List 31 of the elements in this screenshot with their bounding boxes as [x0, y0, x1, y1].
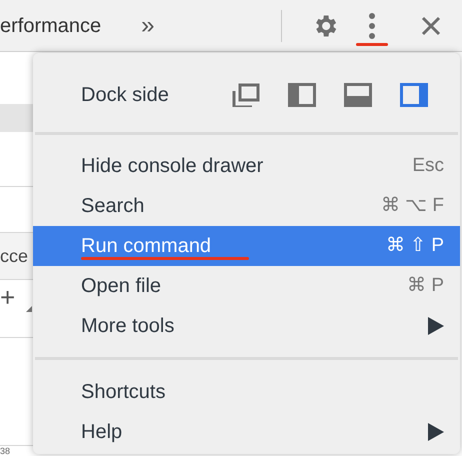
menu-item-label: More tools — [81, 314, 174, 339]
menu-item[interactable]: Run command ⌘ ⇧ P — [33, 226, 460, 266]
dock-undock-icon[interactable] — [232, 83, 260, 107]
dock-right-icon[interactable] — [400, 83, 428, 107]
menu-item-label: Search — [81, 194, 144, 219]
shortcut-text: ⌘ P — [407, 274, 444, 298]
menu-item-label: Run command — [81, 234, 212, 259]
corner-triangle-icon — [26, 306, 32, 312]
menu-item-label: Help — [81, 420, 122, 445]
shortcut-text: ⌘ ⌥ F — [380, 194, 444, 218]
overflow-button[interactable]: » — [141, 14, 155, 38]
close-icon[interactable] — [420, 15, 442, 37]
line-number: 38 — [0, 447, 10, 456]
more-icon[interactable] — [368, 12, 376, 40]
menu-item-label: Shortcuts — [81, 380, 166, 405]
panel-tab[interactable]: erformance — [0, 10, 102, 40]
dock-left-icon[interactable] — [288, 83, 316, 107]
menu-item-label: Open file — [81, 274, 162, 299]
add-button[interactable]: + — [0, 284, 16, 310]
menu-item[interactable]: Hide console drawer Esc — [33, 146, 460, 186]
shortcut-text: Esc — [412, 154, 444, 178]
menu-label: Dock side — [81, 83, 169, 108]
menu-item[interactable]: Search ⌘ ⌥ F — [33, 186, 460, 226]
menu-item[interactable]: Help — [33, 412, 460, 452]
dock-bottom-icon[interactable] — [344, 83, 372, 107]
menu-item[interactable]: Shortcuts — [33, 372, 460, 412]
menu-item[interactable]: More tools — [33, 306, 460, 346]
column-header-text: cce — [0, 244, 28, 268]
menu-item[interactable]: Open file ⌘ P — [33, 266, 460, 306]
menu-item-label: Hide console drawer — [81, 154, 264, 179]
shortcut-text: ⌘ ⇧ P — [386, 234, 444, 258]
